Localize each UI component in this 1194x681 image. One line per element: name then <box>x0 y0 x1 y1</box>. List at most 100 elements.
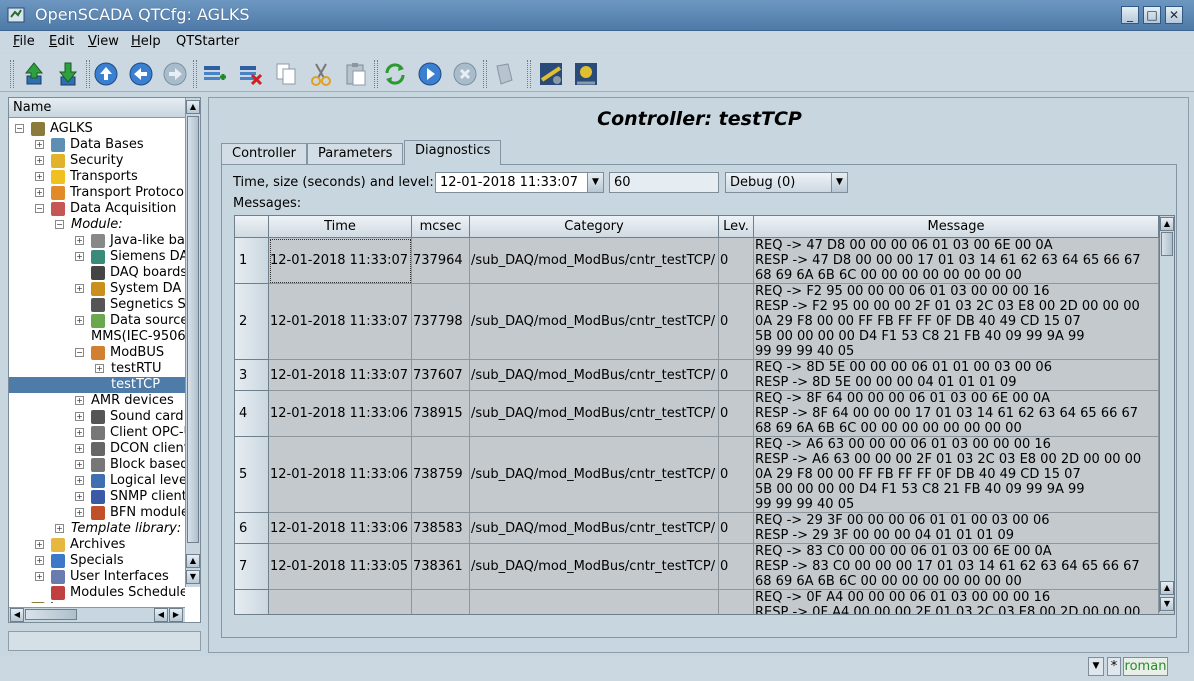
delete-icon[interactable] <box>236 60 264 88</box>
mode-indicator[interactable]: * <box>1107 657 1121 676</box>
scroll-up-button[interactable]: ▲ <box>186 100 200 114</box>
tree-horizontal-scrollbar[interactable]: ◀ ◀ ▶ <box>9 607 185 622</box>
down-icon[interactable] <box>54 60 82 88</box>
expand-toggle[interactable]: + <box>75 252 84 261</box>
collapse-toggle[interactable]: − <box>75 348 84 357</box>
tree-item[interactable]: MMS(IEC-9506) <box>91 329 185 345</box>
scroll-down-button[interactable]: ▼ <box>1160 597 1174 611</box>
scroll-thumb[interactable] <box>25 609 77 620</box>
refresh-icon[interactable] <box>381 60 409 88</box>
table-cell-cat[interactable]: /sub_DAQ/mod_ModBus/cntr_testTCP/ <box>470 360 719 391</box>
scroll-up-button[interactable]: ▲ <box>186 554 200 568</box>
maximize-button[interactable]: □ <box>1143 6 1161 24</box>
table-cell-lev[interactable]: 0 <box>719 544 754 590</box>
row-number[interactable]: 1 <box>235 238 269 284</box>
tree-item[interactable]: AMR devices <box>91 393 174 409</box>
collapse-toggle[interactable]: − <box>15 124 24 133</box>
column-header-message[interactable]: Message <box>754 216 1159 238</box>
tree-item[interactable]: AGLKS <box>31 121 93 137</box>
table-cell-lev[interactable]: 0 <box>719 284 754 360</box>
collapse-toggle[interactable]: − <box>35 204 44 213</box>
column-header-category[interactable]: Category <box>470 216 719 238</box>
table-cell-mcsec[interactable]: 737964 <box>412 238 470 284</box>
tab-parameters[interactable]: Parameters <box>307 143 404 164</box>
expand-toggle[interactable]: + <box>75 316 84 325</box>
size-field[interactable]: 60 <box>609 172 719 193</box>
expand-toggle[interactable]: + <box>75 492 84 501</box>
table-cell-msg[interactable]: REQ -> 29 3F 00 00 00 06 01 01 00 03 00 … <box>754 513 1159 544</box>
scroll-right-button[interactable]: ▶ <box>169 608 183 622</box>
expand-toggle[interactable]: + <box>75 508 84 517</box>
paste-icon[interactable] <box>342 60 370 88</box>
row-number[interactable]: 4 <box>235 391 269 437</box>
row-number[interactable]: 2 <box>235 284 269 360</box>
table-cell-lev[interactable]: 0 <box>719 238 754 284</box>
tree-item[interactable]: Java-like based calculator <box>91 233 185 249</box>
add-icon[interactable] <box>200 60 228 88</box>
expand-toggle[interactable]: + <box>75 236 84 245</box>
table-cell-msg[interactable]: REQ -> A6 63 00 00 00 06 01 03 00 00 00 … <box>754 437 1159 513</box>
row-number[interactable]: 6 <box>235 513 269 544</box>
navigation-tree[interactable]: − AGLKS + Data Bases + Security + Transports + Tr… <box>9 118 185 603</box>
tab-diagnostics[interactable]: Diagnostics <box>404 140 502 165</box>
column-header-mcsec[interactable]: mcsec <box>412 216 470 238</box>
table-cell-time[interactable]: 12-01-2018 11:33:07 <box>269 360 412 391</box>
row-number[interactable]: 7 <box>235 544 269 590</box>
row-number[interactable]: 3 <box>235 360 269 391</box>
scroll-up-button[interactable]: ▲ <box>1160 217 1174 231</box>
table-cell-mcsec[interactable]: 738759 <box>412 437 470 513</box>
tree-item[interactable]: Specials <box>51 553 124 569</box>
scroll-down-button[interactable]: ▼ <box>186 570 200 584</box>
expand-toggle[interactable]: + <box>75 284 84 293</box>
table-cell-cat[interactable]: /sub_DAQ/mod_ModBus/cntr_testTCP/ <box>470 391 719 437</box>
table-cell-msg[interactable]: REQ -> 8D 5E 00 00 00 06 01 01 00 03 00 … <box>754 360 1159 391</box>
toolbar-grip[interactable] <box>10 60 14 88</box>
tree-item[interactable]: Block based calculator <box>91 457 185 473</box>
table-cell-mcsec[interactable]: 737607 <box>412 360 470 391</box>
app-icon[interactable] <box>6 5 26 25</box>
tree-item[interactable]: testTCP <box>9 377 185 393</box>
tree-vertical-scrollbar[interactable]: ▲ ▲ ▼ <box>185 98 200 587</box>
tree-item[interactable]: SNMP client <box>91 489 185 505</box>
up-icon[interactable] <box>20 60 48 88</box>
scroll-up-button[interactable]: ▲ <box>1160 581 1174 595</box>
expand-toggle[interactable]: + <box>35 172 44 181</box>
expand-toggle[interactable]: + <box>55 524 64 533</box>
column-header-level[interactable]: Lev. <box>719 216 754 238</box>
start-icon[interactable] <box>416 60 444 88</box>
table-cell-mcsec[interactable]: 738915 <box>412 391 470 437</box>
tree-header-name[interactable]: Name <box>9 98 185 118</box>
table-cell-cat[interactable]: /sub_DAQ/mod_ModBus/cntr_testTCP/ <box>470 437 719 513</box>
table-cell-time[interactable]: 12-01-2018 11:33:06 <box>269 513 412 544</box>
expand-toggle[interactable]: + <box>75 396 84 405</box>
tree-item[interactable]: Data Acquisition <box>51 201 176 217</box>
scroll-left-button[interactable]: ◀ <box>10 608 24 622</box>
table-vertical-scrollbar[interactable]: ▲ ▲ ▼ <box>1159 216 1174 612</box>
table-cell-cat[interactable]: /sub_DAQ/mod_ModBus/cntr_testTCP/ <box>470 238 719 284</box>
table-cell-lev[interactable] <box>719 590 754 614</box>
tree-item[interactable]: Template library: <box>71 521 181 537</box>
table-cell-msg[interactable]: REQ -> 47 D8 00 00 00 06 01 03 00 6E 00 … <box>754 238 1159 284</box>
scroll-thumb[interactable] <box>1161 232 1173 256</box>
tree-item[interactable]: User Interfaces <box>51 569 169 585</box>
expand-toggle[interactable]: + <box>75 476 84 485</box>
chevron-down-icon[interactable]: ▼ <box>1088 657 1104 676</box>
tree-item[interactable]: Segnetics SMH2Gi <box>91 297 185 313</box>
cut-icon[interactable] <box>307 60 335 88</box>
user-indicator[interactable]: roman <box>1123 657 1168 676</box>
minimize-button[interactable]: _ <box>1121 6 1139 24</box>
tree-item[interactable]: Archives <box>51 537 125 553</box>
remote-icon[interactable] <box>537 60 565 88</box>
table-cell-time[interactable]: 12-01-2018 11:33:07 <box>269 238 412 284</box>
tree-item[interactable]: BFN module <box>91 505 185 521</box>
collapse-toggle[interactable]: − <box>55 220 64 229</box>
tree-item[interactable]: testRTU <box>111 361 162 377</box>
menu-view[interactable]: View <box>88 34 119 49</box>
table-cell-time[interactable]: 12-01-2018 11:33:06 <box>269 391 412 437</box>
table-cell-time[interactable] <box>269 590 412 614</box>
table-cell-mcsec[interactable]: 738583 <box>412 513 470 544</box>
back-icon[interactable] <box>127 60 155 88</box>
chevron-down-icon[interactable]: ▼ <box>831 173 847 192</box>
level-select[interactable]: Debug (0) ▼ <box>725 172 848 193</box>
tree-item[interactable]: Siemens DAQ <box>91 249 185 265</box>
